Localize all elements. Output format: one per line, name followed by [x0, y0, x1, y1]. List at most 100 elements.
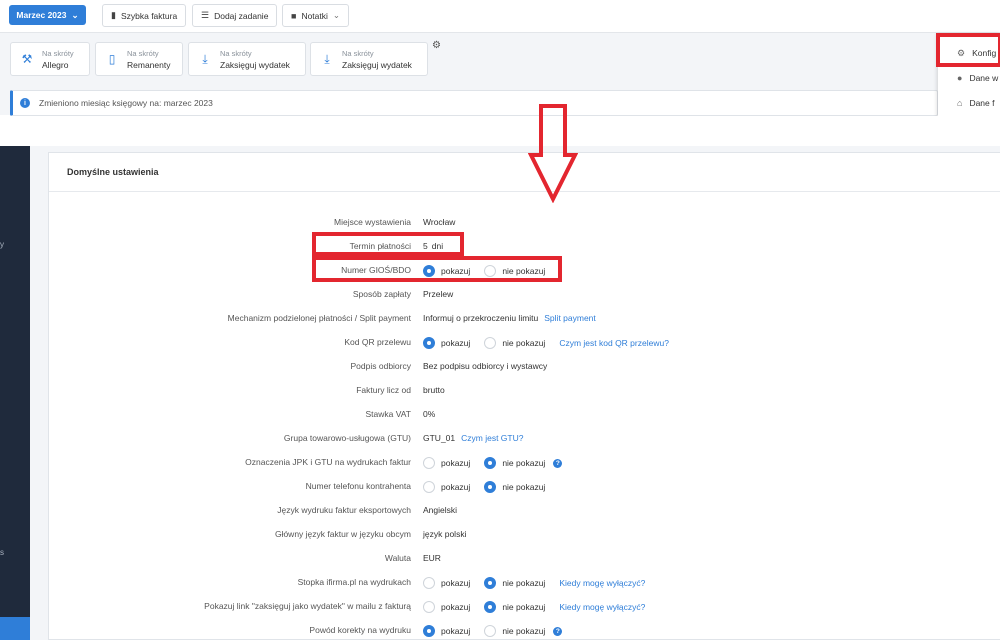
setting-value[interactable]: GTU_01 [423, 433, 455, 443]
quick-invoice-label: Szybka faktura [120, 10, 178, 21]
setting-label: Oznaczenia JPK i GTU na wydrukach faktur [245, 457, 411, 467]
radio-hide[interactable] [484, 481, 497, 493]
setting-label: Kod QR przelewu [344, 337, 411, 347]
gear-icon[interactable]: ⚙ [432, 40, 441, 51]
radio-show[interactable] [423, 337, 435, 349]
radio-label: nie pokazuj [502, 602, 546, 612]
radio-label: nie pokazuj [502, 458, 546, 468]
setting-value[interactable]: 0% [423, 409, 435, 419]
radio-show[interactable] [423, 481, 435, 493]
notes-label: Notatki [301, 10, 328, 21]
info-icon: i [20, 98, 30, 108]
radio-label: nie pokazuj [502, 482, 546, 492]
add-task-label: Dodaj zadanie [214, 10, 269, 21]
radio-hide[interactable] [484, 625, 497, 637]
setting-row-split: Mechanizm podzielonej płatności / Split … [49, 310, 1000, 330]
shortcut-remanenty[interactable]: ▯ Na skróty Remanenty [95, 42, 183, 76]
setting-value[interactable]: Angielski [423, 505, 457, 515]
help-icon[interactable]: ? [553, 458, 563, 468]
setting-value[interactable]: EUR [423, 553, 441, 563]
setting-label: Stopka ifirma.pl na wydrukach [297, 577, 411, 587]
radio-hide[interactable] [484, 337, 497, 349]
setting-value[interactable]: język polski [423, 529, 466, 539]
shortcut-label: Remanenty [127, 59, 171, 70]
setting-value[interactable]: Przelew [423, 289, 453, 299]
sidebar-active-item[interactable] [0, 617, 30, 640]
month-selector-button[interactable]: Marzec 2023 ⌄ [9, 5, 86, 25]
setting-row-vat: Stawka VAT 0% [49, 406, 1000, 426]
radio-hide[interactable] [484, 457, 497, 469]
setting-value[interactable]: Informuj o przekroczeniu limitu [423, 313, 538, 323]
radio-hide[interactable] [484, 601, 497, 613]
help-icon[interactable]: ? [553, 626, 563, 636]
top-bar: Marzec 2023 ⌄ ▮ Szybka faktura ☰ Dodaj z… [0, 0, 1000, 33]
shortcut-sub: Na skróty [342, 48, 374, 58]
setting-row-currency: Waluta EUR [49, 550, 1000, 570]
shortcut-allegro[interactable]: ⚒ Na skróty Allegro [10, 42, 90, 76]
setting-row-place: Miejsce wystawienia Wrocław [49, 214, 1000, 234]
setting-value[interactable]: Wrocław [423, 217, 455, 227]
setting-label: Faktury licz od [356, 385, 411, 395]
dropdown-item-company-data[interactable]: ⌂ Dane f [938, 91, 1000, 115]
setting-label: Grupa towarowo-usługowa (GTU) [283, 433, 411, 443]
shortcut-book-expense-1[interactable]: ⤓ Na skróty Zaksięguj wydatek [188, 42, 306, 76]
quick-invoice-button[interactable]: ▮ Szybka faktura [102, 4, 187, 27]
document-icon: ▯ [108, 52, 116, 66]
note-icon: ■ [291, 10, 297, 21]
document-download-icon: ⤓ [324, 51, 330, 66]
radio-label: pokazuj [441, 578, 471, 588]
setting-label: Sposób zapłaty [352, 289, 411, 299]
shortcut-sub: Na skróty [220, 48, 252, 58]
setting-row-export-lang: Język wydruku faktur eksportowych Angiel… [49, 502, 1000, 522]
info-notice: i Zmieniono miesiąc księgowy na: marzec … [10, 90, 938, 116]
annotation-arrow-down-icon [528, 104, 578, 203]
radio-show[interactable] [423, 577, 435, 589]
radio-hide[interactable] [484, 577, 497, 589]
shortcut-label: Zaksięguj wydatek [342, 59, 412, 70]
radio-label: pokazuj [441, 338, 471, 348]
radio-label: pokazuj [441, 458, 471, 468]
bank-icon: ⌂ [957, 98, 963, 108]
setting-row-phone: Numer telefonu kontrahenta pokazuj nie p… [49, 478, 1000, 498]
radio-show[interactable] [423, 601, 435, 613]
radio-label: nie pokazuj [502, 578, 546, 588]
book-link-info-link[interactable]: Kiedy mogę wyłączyć? [559, 602, 645, 612]
setting-label: Podpis odbiorcy [350, 361, 411, 371]
setting-label: Mechanizm podzielonej płatności / Split … [227, 313, 411, 323]
qr-info-link[interactable]: Czym jest kod QR przelewu? [559, 338, 669, 348]
shortcut-book-expense-2[interactable]: ⤓ Na skróty Zaksięguj wydatek [310, 42, 428, 76]
annotation-highlight-gios [312, 256, 562, 282]
chevron-down-icon: ⌄ [71, 9, 79, 20]
radio-show[interactable] [423, 625, 435, 637]
sidebar-fragment: s [0, 548, 4, 557]
shortcut-label: Zaksięguj wydatek [220, 59, 290, 70]
month-label: Marzec 2023 [16, 10, 67, 20]
annotation-highlight-payment-term [312, 232, 464, 256]
chevron-down-icon: ⌄ [332, 10, 341, 20]
setting-label: Stawka VAT [365, 409, 411, 419]
setting-label: Powód korekty na wydruku [309, 625, 411, 635]
gtu-info-link[interactable]: Czym jest GTU? [461, 433, 523, 443]
setting-label: Waluta [384, 553, 411, 563]
radio-label: nie pokazuj [502, 626, 546, 636]
setting-value[interactable]: brutto [423, 385, 445, 395]
radio-label: pokazuj [441, 482, 471, 492]
document-download-icon: ⤓ [202, 51, 208, 66]
divider [49, 191, 1000, 192]
list-icon: ☰ [201, 10, 210, 20]
notes-button[interactable]: ■ Notatki ⌄ [282, 4, 350, 27]
default-settings-card: Domyślne ustawienia Miejsce wystawienia … [48, 152, 1000, 640]
shortcut-label: Allegro [42, 59, 69, 70]
setting-value[interactable]: Bez podpisu odbiorcy i wystawcy [423, 361, 547, 371]
add-task-button[interactable]: ☰ Dodaj zadanie [192, 4, 278, 27]
radio-show[interactable] [423, 457, 435, 469]
dropdown-item-user-data[interactable]: ● Dane w [938, 66, 1000, 90]
setting-label: Numer telefonu kontrahenta [305, 481, 411, 491]
card-title: Domyślne ustawienia [67, 167, 159, 177]
footer-info-link[interactable]: Kiedy mogę wyłączyć? [559, 578, 645, 588]
sidebar-fragment: y [0, 240, 4, 249]
shortcut-sub: Na skróty [127, 48, 159, 58]
split-payment-link[interactable]: Split payment [544, 313, 596, 323]
setting-label: Główny język faktur w języku obcym [274, 529, 411, 539]
user-icon: ● [957, 73, 963, 83]
